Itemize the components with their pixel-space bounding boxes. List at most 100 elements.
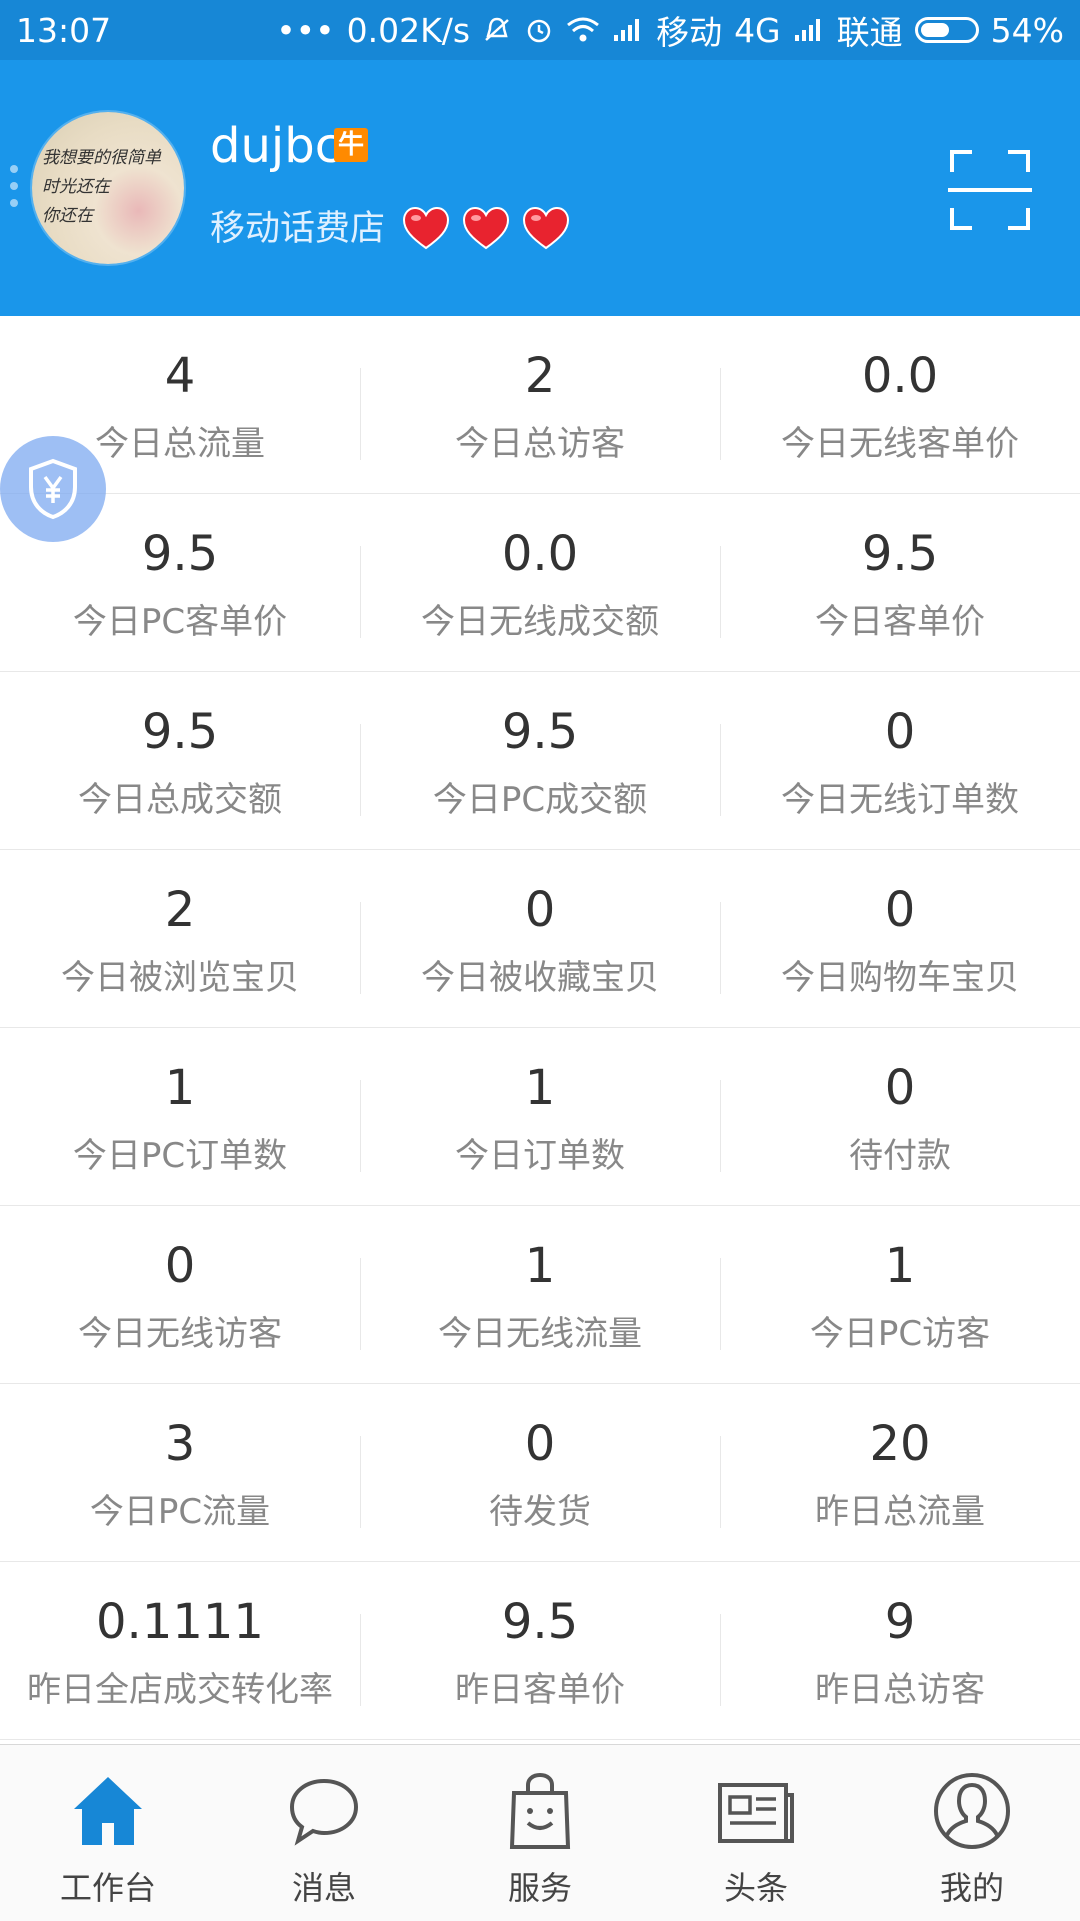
carrier-1: 移动	[656, 13, 723, 52]
stat-label: 今日被收藏宝贝	[421, 958, 659, 998]
stat-label: 今日总访客	[455, 424, 625, 464]
stat-label: 今日PC客单价	[72, 602, 288, 642]
stat-label: 今日PC流量	[89, 1492, 271, 1532]
status-bar: 13:07 ••• 0.02K/s 移动 4G 联通 54%	[0, 0, 1080, 60]
heart-icon	[522, 206, 570, 250]
bottom-nav: 工作台 消息 服务 头条 我的	[0, 1744, 1080, 1921]
stat-value: 0.0	[861, 348, 939, 404]
stat-value: 1	[524, 1238, 556, 1294]
avatar[interactable]: 我想要的很简单 时光还在 你还在	[32, 112, 184, 264]
stat-cell[interactable]: 1 今日PC访客	[720, 1206, 1080, 1383]
tab-services[interactable]: 服务	[432, 1745, 648, 1921]
stat-value: 0	[884, 704, 916, 760]
stat-cell[interactable]: 3 今日PC流量	[0, 1384, 360, 1561]
stat-cell[interactable]: 1 今日PC订单数	[0, 1028, 360, 1205]
wifi-icon	[566, 16, 600, 44]
stat-label: 昨日总访客	[815, 1670, 985, 1710]
stat-label: 今日订单数	[455, 1136, 625, 1176]
newspaper-icon	[718, 1783, 794, 1843]
stat-cell[interactable]: 2 今日被浏览宝贝	[0, 850, 360, 1027]
stats-row: 0.1111 昨日全店成交转化率 9.5 昨日客单价 9 昨日总访客	[0, 1562, 1080, 1740]
home-icon	[74, 1777, 142, 1845]
stats-row: 4 今日总流量 2 今日总访客 0.0 今日无线客单价	[0, 316, 1080, 494]
chat-bubble-icon	[289, 1778, 359, 1846]
drag-handle-icon[interactable]	[10, 165, 20, 216]
stat-value: 0	[524, 882, 556, 938]
stat-cell[interactable]: 0 今日被收藏宝贝	[360, 850, 720, 1027]
tab-headlines[interactable]: 头条	[648, 1745, 864, 1921]
status-time: 13:07	[16, 10, 112, 50]
stat-label: 今日PC订单数	[72, 1136, 288, 1176]
stat-label: 今日PC成交额	[432, 780, 648, 820]
signal2-icon	[793, 17, 825, 43]
stats-row: 2 今日被浏览宝贝 0 今日被收藏宝贝 0 今日购物车宝贝	[0, 850, 1080, 1028]
shop-name: 移动话费店	[210, 209, 386, 249]
profile-header: 我想要的很简单 时光还在 你还在 dujbc 牛 移动话费店	[0, 60, 1080, 316]
stat-cell[interactable]: 2 今日总访客	[360, 316, 720, 493]
stat-label: 昨日客单价	[455, 1670, 625, 1710]
stat-label: 待付款	[849, 1136, 951, 1176]
stat-cell[interactable]: 9 昨日总访客	[720, 1562, 1080, 1739]
stat-cell[interactable]: 9.5 今日总成交额	[0, 672, 360, 849]
stat-value: 0.0	[501, 526, 579, 582]
tab-mine[interactable]: 我的	[864, 1745, 1080, 1921]
nav-label: 消息	[291, 1869, 356, 1907]
scan-icon[interactable]	[948, 148, 1032, 232]
more-dots-icon: •••	[276, 10, 335, 50]
nav-label: 服务	[507, 1869, 572, 1907]
battery-icon	[914, 17, 979, 43]
user-icon	[934, 1773, 1010, 1849]
stats-row: 9.5 今日PC客单价 0.0 今日无线成交额 9.5 今日客单价	[0, 494, 1080, 672]
stat-cell[interactable]: 9.5 今日客单价	[720, 494, 1080, 671]
stat-cell[interactable]: 0.0 今日无线成交额	[360, 494, 720, 671]
alarm-icon	[524, 15, 554, 45]
floating-assistant-button[interactable]	[0, 436, 106, 542]
stat-cell[interactable]: 0 今日无线访客	[0, 1206, 360, 1383]
net-speed: 0.02K/s	[346, 10, 471, 50]
stat-value: 20	[869, 1416, 931, 1472]
avatar-text: 我想要的很简单 时光还在 你还在	[42, 148, 161, 226]
stat-label: 昨日总流量	[815, 1492, 985, 1532]
credit-hearts	[402, 206, 570, 250]
seller-badge: 牛	[334, 128, 368, 162]
stat-label: 今日无线客单价	[781, 424, 1019, 464]
stat-label: 昨日全店成交转化率	[27, 1670, 333, 1710]
stat-value: 0	[884, 882, 916, 938]
stat-value: 0	[884, 1060, 916, 1116]
stats-row: 9.5 今日总成交额 9.5 今日PC成交额 0 今日无线订单数	[0, 672, 1080, 850]
stat-cell[interactable]: 0 今日无线订单数	[720, 672, 1080, 849]
tab-messages[interactable]: 消息	[216, 1745, 432, 1921]
stats-grid: 4 今日总流量 2 今日总访客 0.0 今日无线客单价 9.5 今日PC客单价 0.0 今日无线成…	[0, 316, 1080, 1740]
nav-label: 我的	[939, 1869, 1004, 1907]
shopping-bag-icon	[509, 1772, 571, 1849]
stat-cell[interactable]: 20 昨日总流量	[720, 1384, 1080, 1561]
stat-cell[interactable]: 0 待付款	[720, 1028, 1080, 1205]
stat-value: 2	[164, 882, 196, 938]
stat-cell[interactable]: 0.0 今日无线客单价	[720, 316, 1080, 493]
stat-label: 今日无线成交额	[421, 602, 659, 642]
stat-value: 1	[164, 1060, 196, 1116]
stat-cell[interactable]: 1 今日订单数	[360, 1028, 720, 1205]
stat-cell[interactable]: 1 今日无线流量	[360, 1206, 720, 1383]
stat-cell[interactable]: 9.5 今日PC成交额	[360, 672, 720, 849]
stat-label: 今日总成交额	[78, 780, 282, 820]
stat-label: 今日客单价	[815, 602, 985, 642]
stat-cell[interactable]: 9.5 昨日客单价	[360, 1562, 720, 1739]
stat-label: 今日无线流量	[438, 1314, 642, 1354]
nav-label: 工作台	[59, 1869, 156, 1907]
username: dujbc	[210, 118, 342, 174]
stat-value: 9.5	[501, 704, 579, 760]
tab-workbench[interactable]: 工作台	[0, 1745, 216, 1921]
shield-yuan-icon	[29, 458, 77, 520]
stat-value: 0	[524, 1416, 556, 1472]
stat-value: 9.5	[501, 1594, 579, 1650]
bell-muted-icon	[482, 15, 512, 45]
stat-value: 1	[524, 1060, 556, 1116]
nav-label: 头条	[723, 1869, 788, 1907]
stat-cell[interactable]: 0.1111 昨日全店成交转化率	[0, 1562, 360, 1739]
stat-value: 4	[164, 348, 196, 404]
stat-cell[interactable]: 0 待发货	[360, 1384, 720, 1561]
stat-cell[interactable]: 0 今日购物车宝贝	[720, 850, 1080, 1027]
status-right: ••• 0.02K/s 移动 4G 联通 54%	[276, 6, 1064, 54]
stat-value: 0	[164, 1238, 196, 1294]
